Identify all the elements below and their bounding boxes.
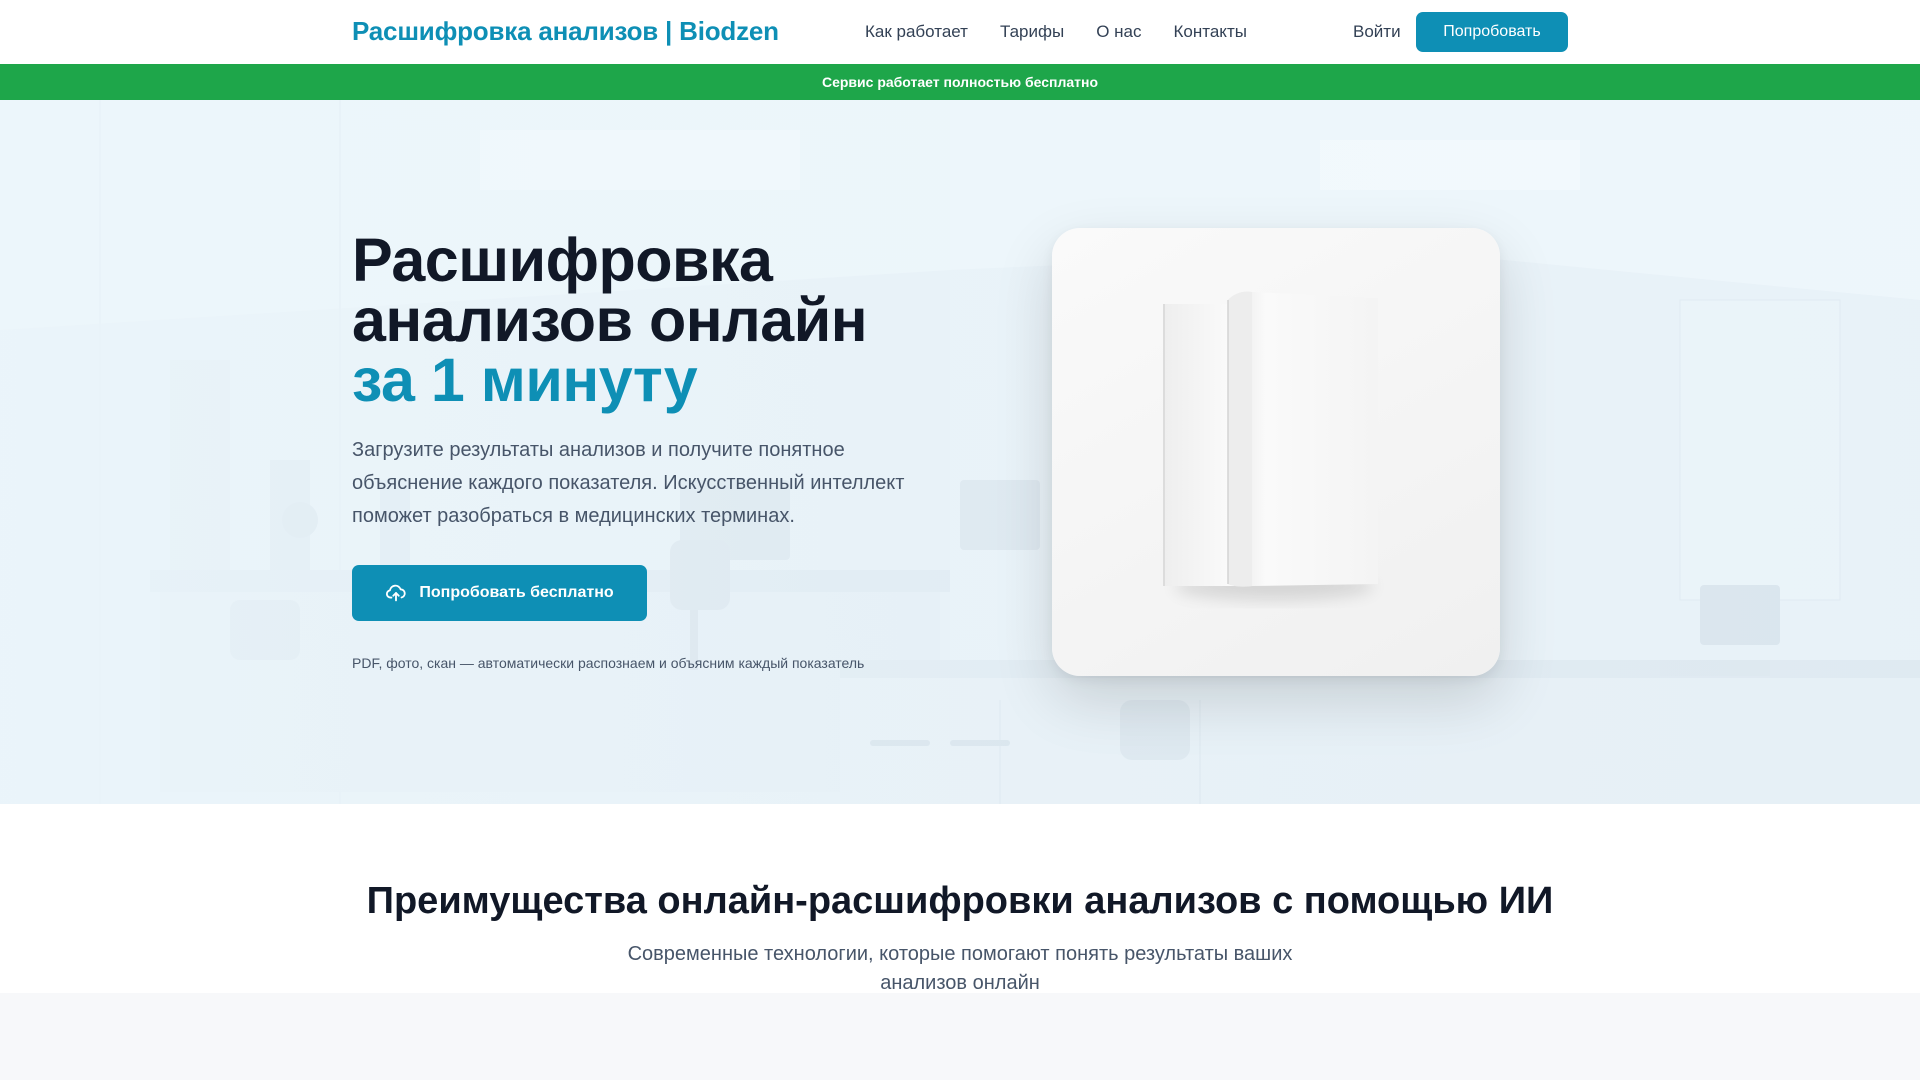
cloud-upload-icon [386, 584, 407, 602]
login-link[interactable]: Войти [1353, 22, 1401, 42]
hero-title-line-1: Расшифровка [352, 226, 773, 294]
try-free-button-label: Попробовать бесплатно [419, 584, 614, 601]
hero-title-line-2: анализов онлайн [352, 286, 868, 354]
next-section-band [0, 993, 1920, 1080]
hero-title: Расшифровка анализов онлайн за 1 минуту [352, 226, 972, 414]
nav-link-about[interactable]: О нас [1096, 22, 1141, 42]
nav-link-how-it-works[interactable]: Как работает [865, 22, 968, 42]
hero-subtitle: Загрузите результаты анализов и получите… [352, 439, 905, 527]
advantages-subtitle: Современные технологии, которые помогают… [627, 943, 1293, 994]
nav-link-pricing[interactable]: Тарифы [1000, 22, 1064, 42]
nav-link-contacts[interactable]: Контакты [1174, 22, 1247, 42]
site-header: Расшифровка анализов | Biodzen Как работ… [0, 0, 1920, 64]
try-free-button[interactable]: Попробовать бесплатно [352, 565, 647, 621]
main-nav: Как работает Тарифы О нас Контакты [865, 22, 1247, 42]
open-document-illustration [1163, 291, 1378, 600]
banner-text: Сервис работает полностью бесплатно [821, 74, 1099, 90]
document-illustration-card [1052, 228, 1500, 676]
hero-title-accent: за 1 минуту [352, 346, 698, 414]
hero-section: Расшифровка анализов онлайн за 1 минуту … [0, 100, 1920, 804]
hero-overlay [0, 100, 1920, 804]
advantages-title: Преимущества онлайн-расшифровки анализов… [366, 880, 1554, 922]
free-service-banner: Сервис работает полностью бесплатно [0, 64, 1920, 100]
site-logo[interactable]: Расшифровка анализов | Biodzen [352, 16, 779, 47]
hero-formats-note: PDF, фото, скан — автоматически распозна… [352, 655, 865, 671]
try-button[interactable]: Попробовать [1416, 12, 1568, 52]
